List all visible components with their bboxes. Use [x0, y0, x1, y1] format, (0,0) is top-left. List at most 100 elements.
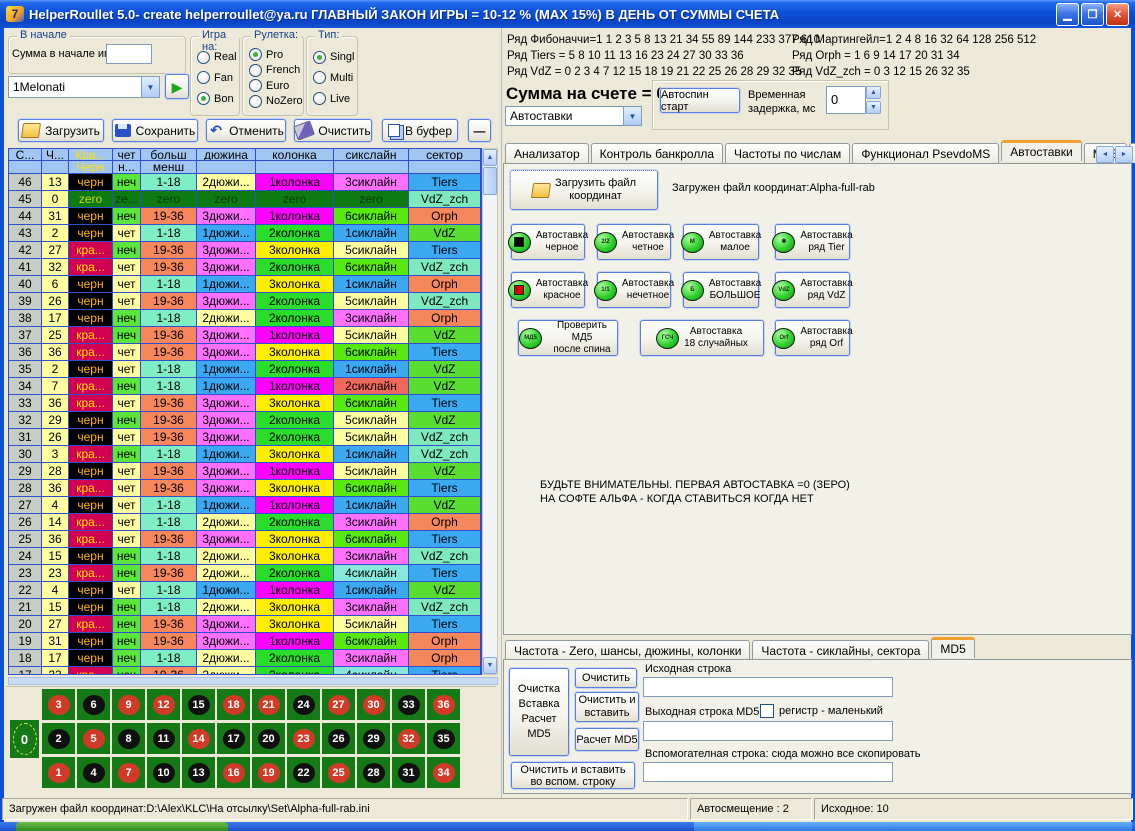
board-cell-2[interactable]: 2: [42, 723, 75, 754]
board-cell-8[interactable]: 8: [112, 723, 145, 754]
tab-автоставки[interactable]: Автоставки: [1001, 140, 1082, 161]
radio-option-multi[interactable]: Multi: [313, 71, 355, 84]
radio-option-pro[interactable]: Pro: [249, 48, 301, 61]
minimize-button[interactable]: ▁: [1056, 3, 1079, 26]
board-cell-1[interactable]: 1: [42, 757, 75, 788]
table-row[interactable]: 2536кра...чет19-363дюжи...3колонка6сикла…: [9, 531, 481, 548]
board-cell-11[interactable]: 11: [147, 723, 180, 754]
board-cell-13[interactable]: 13: [182, 757, 215, 788]
board-cell-34[interactable]: 34: [427, 757, 460, 788]
board-cell-3[interactable]: 3: [42, 689, 75, 720]
board-cell-36[interactable]: 36: [427, 689, 460, 720]
board-cell-33[interactable]: 33: [392, 689, 425, 720]
table-row[interactable]: 1817черннеч1-182дюжи...2колонка3сиклайнO…: [9, 650, 481, 667]
radio-option-real[interactable]: Real: [197, 51, 237, 64]
table-row[interactable]: 4132кра...чет19-363дюжи...2колонка6сикла…: [9, 259, 481, 276]
table-row[interactable]: 3229черннеч19-363дюжи...2колонка5сиклайн…: [9, 412, 481, 429]
table-row[interactable]: 2836кра...чет19-363дюжи...3колонка6сикла…: [9, 480, 481, 497]
out-string-input[interactable]: [643, 721, 893, 741]
board-cell-27[interactable]: 27: [322, 689, 355, 720]
collapse-button[interactable]: —: [468, 119, 491, 142]
board-cell-18[interactable]: 18: [217, 689, 250, 720]
board-cell-4[interactable]: 4: [77, 757, 110, 788]
autobet-button-автоставка-ряд-orf[interactable]: OrfАвтоставка ряд Orf: [775, 320, 850, 356]
table-row[interactable]: 303кра...неч1-181дюжи...3колонка1сиклайн…: [9, 446, 481, 463]
autobet-button-автоставка-большое[interactable]: БАвтоставка БОЛЬШОЕ: [683, 272, 759, 308]
board-cell-28[interactable]: 28: [357, 757, 390, 788]
autospin-start-button[interactable]: Автоспин старт: [660, 88, 740, 113]
tab-scroll-left-icon[interactable]: ◄: [1096, 146, 1114, 163]
tab-частоты-по-числам[interactable]: Частоты по числам: [725, 143, 850, 163]
board-cell-12[interactable]: 12: [147, 689, 180, 720]
tab-частота-сиклайны-сектора[interactable]: Частота - сиклайны, сектора: [752, 640, 929, 660]
spinner-down-icon[interactable]: ▼: [866, 101, 881, 114]
board-cell-6[interactable]: 6: [77, 689, 110, 720]
board-cell-25[interactable]: 25: [322, 757, 355, 788]
board-cell-35[interactable]: 35: [427, 723, 460, 754]
board-cell-9[interactable]: 9: [112, 689, 145, 720]
clear-paste-aux-button[interactable]: Очистить и вставить во вспом. строку: [511, 762, 635, 789]
radio-option-euro[interactable]: Euro: [249, 79, 301, 92]
board-cell-32[interactable]: 32: [392, 723, 425, 754]
register-checkbox[interactable]: [760, 704, 774, 718]
table-horizontal-scrollbar[interactable]: [8, 677, 498, 685]
scroll-up-icon[interactable]: ▲: [483, 149, 497, 166]
table-row[interactable]: 3817черннеч1-182дюжи...2колонка3сиклайнO…: [9, 310, 481, 327]
table-row[interactable]: 1931черннеч19-363дюжи...1колонка6сиклайн…: [9, 633, 481, 650]
close-button[interactable]: ✕: [1106, 3, 1129, 26]
toolbar-button-copy[interactable]: В буфер: [382, 119, 458, 142]
radio-option-singl[interactable]: Singl: [313, 51, 355, 64]
system-combo[interactable]: 1Melonati ▼: [8, 76, 160, 98]
board-cell-7[interactable]: 7: [112, 757, 145, 788]
board-cell-31[interactable]: 31: [392, 757, 425, 788]
table-row[interactable]: 3126чернчет19-363дюжи...2колонка5сиклайн…: [9, 429, 481, 446]
table-row[interactable]: 1723кра...неч19-362дюжи...2колонка4сикла…: [9, 667, 481, 675]
table-row[interactable]: 432чернчет1-181дюжи...2колонка1сиклайнVd…: [9, 225, 481, 242]
tab-частота-zero-шансы-дюжины-колонки[interactable]: Частота - Zero, шансы, дюжины, колонки: [505, 640, 750, 660]
autobet-button-автоставка-четное[interactable]: 2/2Автоставка четное: [597, 224, 671, 260]
table-row[interactable]: 2415черннеч1-182дюжи...3колонка3сиклайнV…: [9, 548, 481, 565]
md5-big-button[interactable]: Очистка Вставка Расчет MD5: [509, 668, 569, 756]
table-row[interactable]: 2115черннеч1-182дюжи...3колонка3сиклайнV…: [9, 599, 481, 616]
table-row[interactable]: 2928чернчет19-363дюжи...1колонка5сиклайн…: [9, 463, 481, 480]
spinner-up-icon[interactable]: ▲: [866, 86, 881, 99]
clear-button[interactable]: Очистить: [575, 668, 637, 688]
table-row[interactable]: 4613черннеч1-182дюжи...1колонка3сиклайнT…: [9, 174, 481, 191]
table-row[interactable]: 406чернчет1-181дюжи...3колонка1сиклайнOr…: [9, 276, 481, 293]
autobet-button-автоставка-малое[interactable]: МАвтоставка малое: [683, 224, 759, 260]
start-sum-input[interactable]: [106, 44, 152, 64]
toolbar-button-open-folder[interactable]: Загрузить: [18, 119, 104, 142]
board-cell-20[interactable]: 20: [252, 723, 285, 754]
board-cell-10[interactable]: 10: [147, 757, 180, 788]
chevron-down-icon[interactable]: ▼: [623, 107, 641, 125]
delay-value-field[interactable]: 0: [826, 86, 866, 114]
table-row[interactable]: 352чернчет1-181дюжи...2колонка1сиклайнVd…: [9, 361, 481, 378]
table-row[interactable]: 2614кра...чет1-182дюжи...2колонка3сиклай…: [9, 514, 481, 531]
table-row[interactable]: 2323кра...неч19-362дюжи...2колонка4сикла…: [9, 565, 481, 582]
board-cell-30[interactable]: 30: [357, 689, 390, 720]
autobet-button-автоставка-ряд-vdz[interactable]: VdZАвтоставка ряд VdZ: [775, 272, 850, 308]
table-row[interactable]: 274чернчет1-181дюжи...1колонка1сиклайнVd…: [9, 497, 481, 514]
board-cell-0[interactable]: 0: [10, 720, 39, 758]
chevron-down-icon[interactable]: ▼: [141, 77, 159, 97]
scrollbar-thumb[interactable]: [483, 167, 497, 195]
board-cell-14[interactable]: 14: [182, 723, 215, 754]
radio-option-bon[interactable]: Bon: [197, 92, 237, 105]
calc-md5-button[interactable]: Расчет MD5: [575, 728, 639, 751]
table-row[interactable]: 224чернчет1-181дюжи...1колонка1сиклайнVd…: [9, 582, 481, 599]
table-row[interactable]: 3636кра...чет19-363дюжи...3колонка6сикла…: [9, 344, 481, 361]
board-cell-5[interactable]: 5: [77, 723, 110, 754]
autobet-button-автоставка-ряд-tier[interactable]: ✱Автоставка ряд Tier: [775, 224, 850, 260]
toolbar-button-undo[interactable]: ↶Отменить: [206, 119, 286, 142]
board-cell-29[interactable]: 29: [357, 723, 390, 754]
table-row[interactable]: 347кра...неч1-181дюжи...1колонка2сиклайн…: [9, 378, 481, 395]
table-row[interactable]: 3725кра...неч19-363дюжи...1колонка5сикла…: [9, 327, 481, 344]
board-cell-26[interactable]: 26: [322, 723, 355, 754]
board-cell-24[interactable]: 24: [287, 689, 320, 720]
radio-option-french[interactable]: French: [249, 64, 301, 77]
radio-option-fan[interactable]: Fan: [197, 71, 237, 84]
autobet-button-автоставка-18-случайных[interactable]: ГСЧАвтоставка 18 случайных: [640, 320, 764, 356]
table-row[interactable]: 450zeroze...zerozerozerozeroVdZ_zch: [9, 191, 481, 208]
table-row[interactable]: 3926чернчет19-363дюжи...2колонка5сиклайн…: [9, 293, 481, 310]
radio-option-live[interactable]: Live: [313, 92, 355, 105]
